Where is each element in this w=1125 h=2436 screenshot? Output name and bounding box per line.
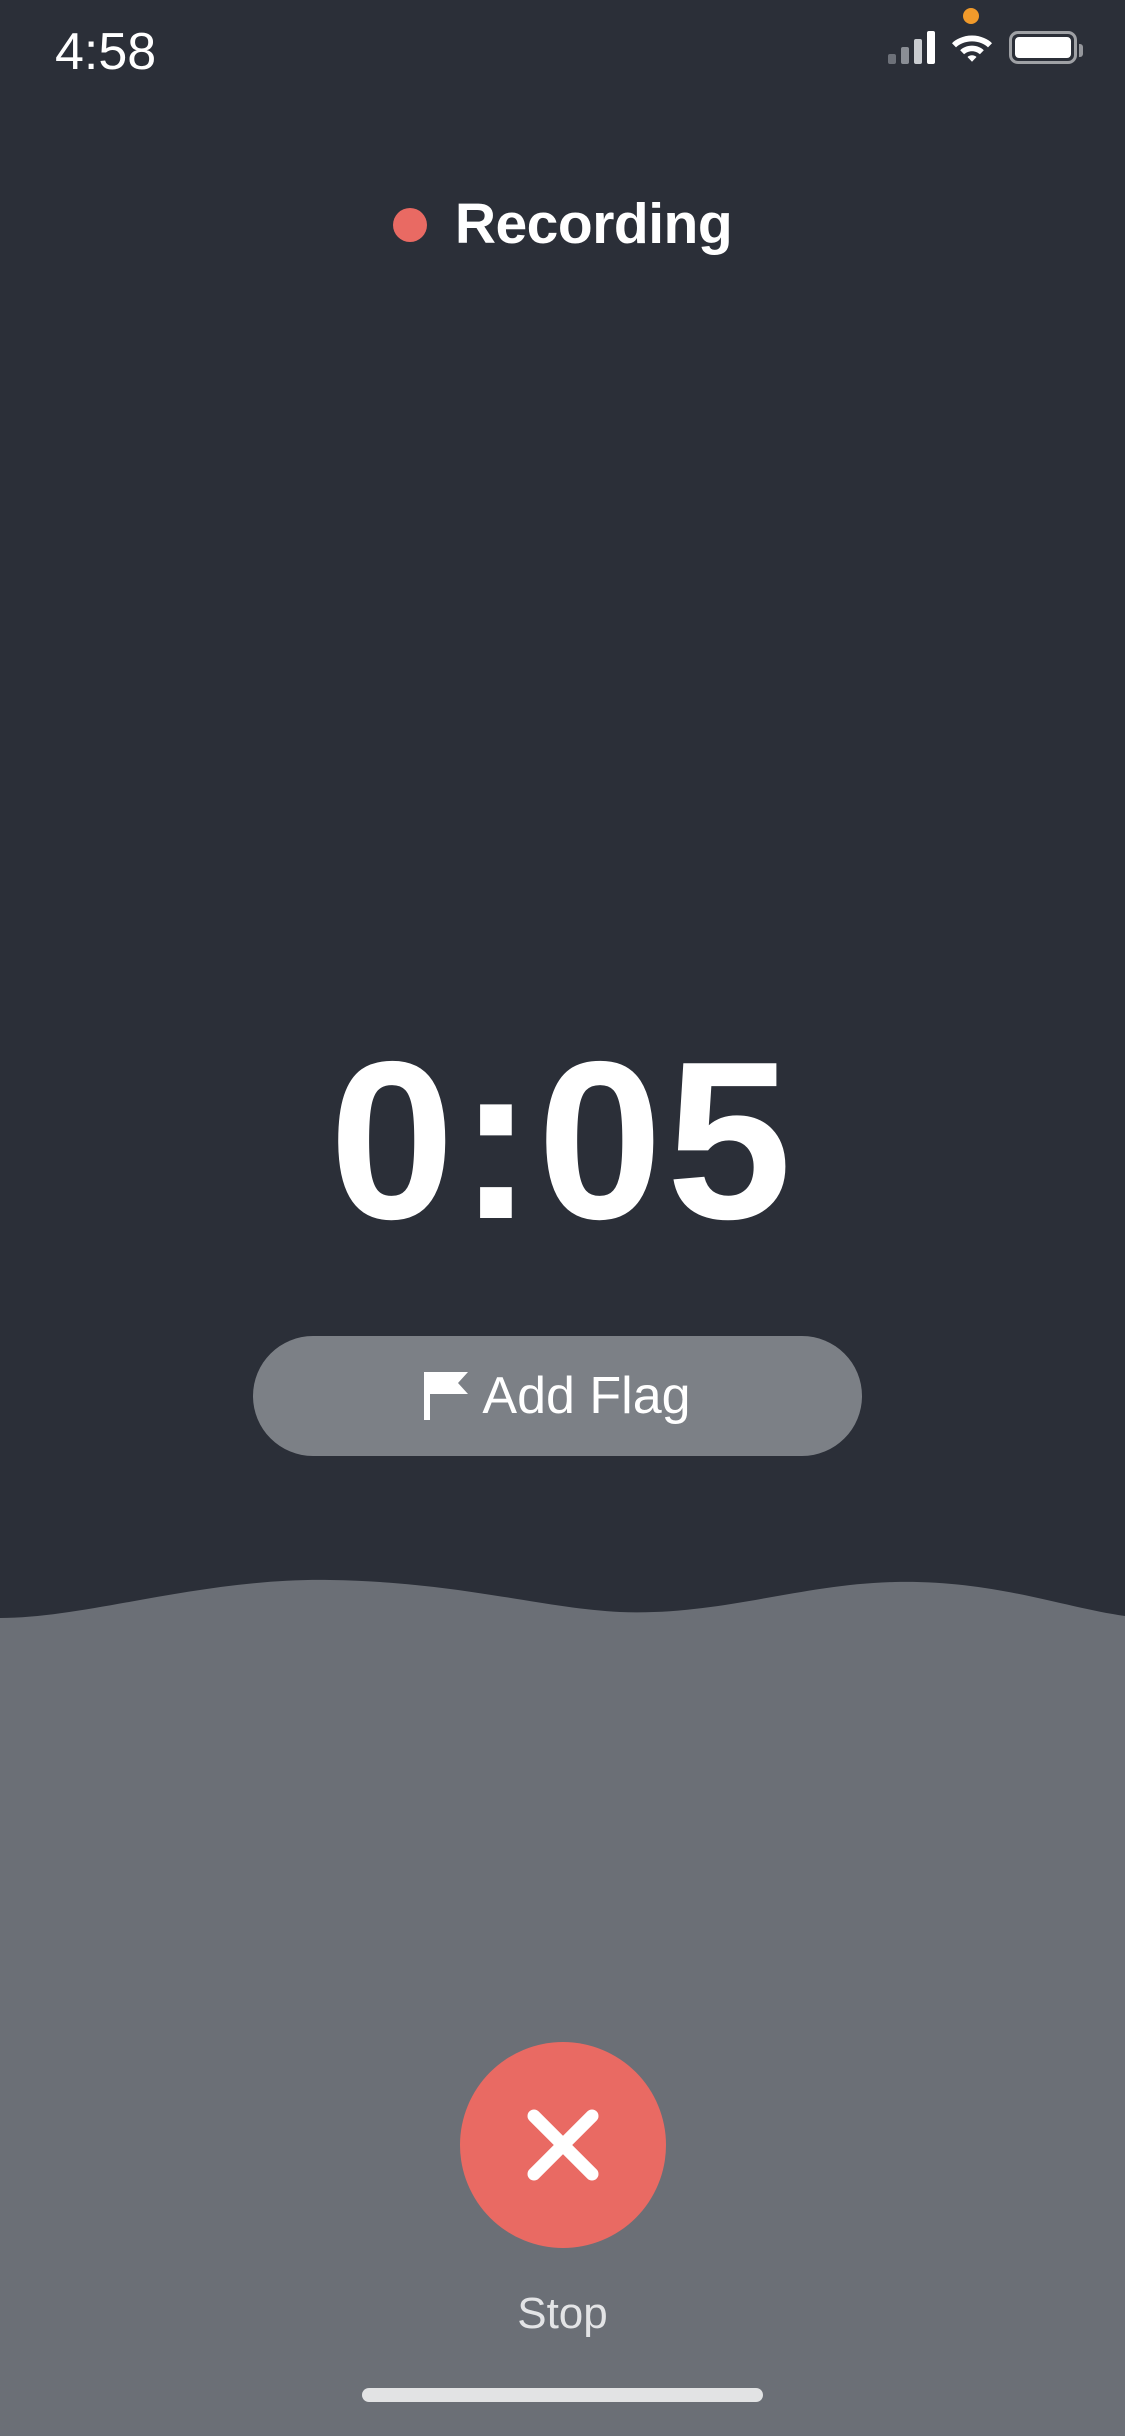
wave-divider [0, 1579, 1125, 1620]
status-bar-time: 4:58 [55, 23, 157, 81]
battery-full-icon [1009, 30, 1083, 64]
status-bar: 4:58 [0, 0, 1125, 132]
stop-button[interactable] [459, 2042, 666, 2248]
add-flag-label: Add Flag [482, 1367, 691, 1425]
recording-screen: 4:58 Recording 0:05 Add Flag Stop [0, 0, 1125, 2436]
flag-icon [424, 1372, 469, 1420]
cellular-signal-icon [888, 30, 935, 64]
page-title: Recording [454, 192, 733, 256]
stop-control-group: Stop [0, 2042, 1125, 2336]
stop-label: Stop [517, 2289, 608, 2338]
wifi-icon [951, 31, 993, 63]
recording-indicator-dot-icon [963, 8, 979, 24]
elapsed-time-display: 0:05 [329, 1014, 796, 1266]
page-header: Recording [0, 196, 1125, 253]
add-flag-button[interactable]: Add Flag [253, 1336, 862, 1456]
recording-status-dot-icon [392, 207, 427, 242]
status-bar-icons [888, 30, 1083, 64]
home-indicator[interactable] [362, 2388, 763, 2402]
close-x-icon [527, 2109, 598, 2181]
